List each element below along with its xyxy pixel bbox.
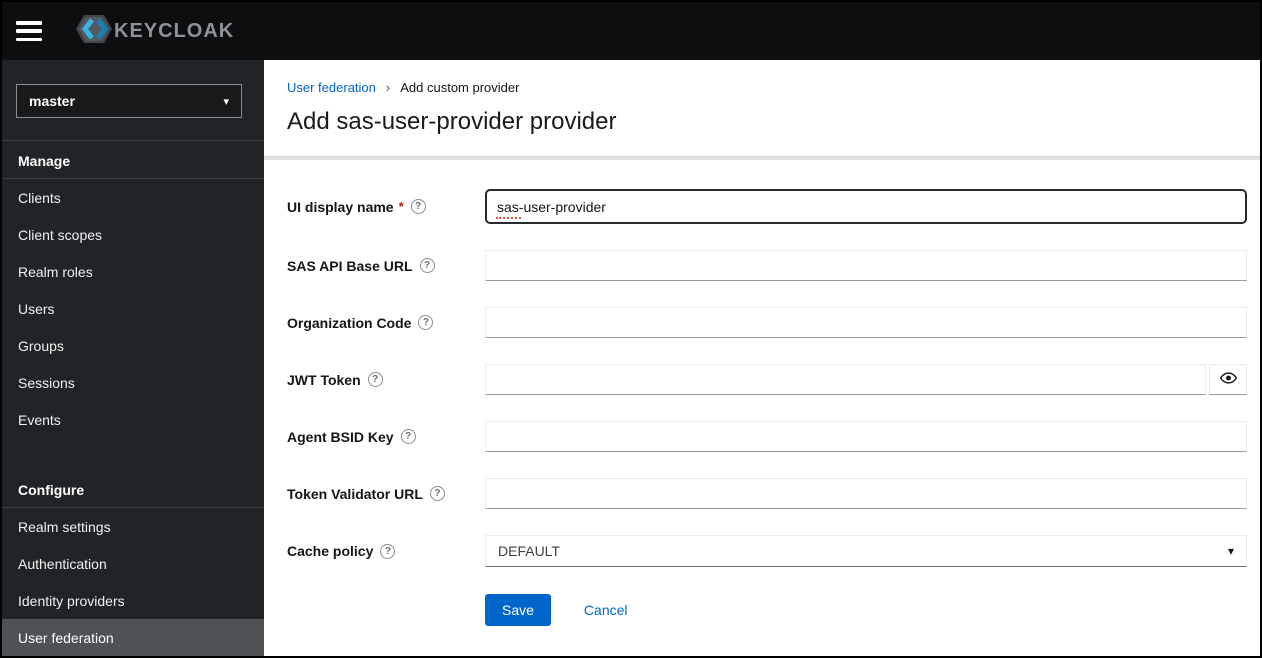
sidebar-item-authentication[interactable]: Authentication <box>2 545 264 582</box>
keycloak-logo: KEYCLOAK <box>68 9 234 54</box>
sidebar-item-client-scopes[interactable]: Client scopes <box>2 216 264 253</box>
question-circle-icon[interactable]: ? <box>410 199 426 214</box>
agent-bsid-key-input[interactable] <box>485 421 1247 452</box>
question-circle-icon[interactable]: ? <box>418 315 434 330</box>
sidebar-item-groups[interactable]: Groups <box>2 327 264 364</box>
section-divider <box>264 156 1260 160</box>
question-circle-icon[interactable]: ? <box>419 258 435 273</box>
hamburger-icon <box>16 21 42 25</box>
form-row-agent-bsid-key: Agent BSID Key ? <box>287 421 1247 452</box>
form-row-sas-api-base-url: SAS API Base URL ? <box>287 250 1247 281</box>
breadcrumb-user-federation-link[interactable]: User federation <box>287 80 376 95</box>
cancel-link[interactable]: Cancel <box>584 602 628 618</box>
realm-selector-dropdown[interactable]: master ▾ <box>16 84 242 118</box>
keycloak-admin-window: KEYCLOAK master ▾ Manage Clients Client … <box>0 0 1262 658</box>
question-circle-icon[interactable]: ? <box>400 429 416 444</box>
cache-policy-select[interactable]: DEFAULT ▾ <box>485 535 1247 567</box>
agent-bsid-key-label: Agent BSID Key ? <box>287 429 485 445</box>
sidebar-item-events[interactable]: Events <box>2 401 264 438</box>
hamburger-menu-button[interactable] <box>16 21 42 41</box>
ui-display-name-input[interactable] <box>485 189 1247 224</box>
show-password-button[interactable] <box>1209 364 1247 395</box>
form-row-jwt-token: JWT Token ? <box>287 364 1247 395</box>
cache-policy-selected-value: DEFAULT <box>498 543 560 559</box>
breadcrumb-current-page: Add custom provider <box>400 80 520 95</box>
app-header: KEYCLOAK <box>2 2 1260 60</box>
save-button[interactable]: Save <box>485 594 551 626</box>
form-row-cache-policy: Cache policy ? DEFAULT ▾ <box>287 535 1247 567</box>
current-realm-label: master <box>29 93 75 109</box>
required-asterisk: * <box>398 199 404 214</box>
organization-code-input[interactable] <box>485 307 1247 338</box>
question-circle-icon[interactable]: ? <box>367 372 383 387</box>
sas-api-base-url-label: SAS API Base URL ? <box>287 258 485 274</box>
sas-api-base-url-input[interactable] <box>485 250 1247 281</box>
form-row-ui-display-name: UI display name * ? <box>287 189 1247 224</box>
breadcrumb: User federation › Add custom provider <box>287 80 1247 95</box>
sidebar-item-realm-roles[interactable]: Realm roles <box>2 253 264 290</box>
form-row-token-validator-url: Token Validator URL ? <box>287 478 1247 509</box>
nav-section-configure: Configure Realm settings Authentication … <box>2 470 264 656</box>
jwt-token-label: JWT Token ? <box>287 372 485 388</box>
nav-section-title-manage: Manage <box>18 153 71 169</box>
sidebar-item-realm-settings[interactable]: Realm settings <box>2 508 264 545</box>
nav-section-manage: Manage Clients Client scopes Realm roles… <box>2 141 264 438</box>
question-circle-icon[interactable]: ? <box>380 543 396 559</box>
sidebar-nav: master ▾ Manage Clients Client scopes Re… <box>2 60 264 656</box>
form-row-organization-code: Organization Code ? <box>287 307 1247 338</box>
brand-wordmark: KEYCLOAK <box>114 19 235 42</box>
chevron-right-icon: › <box>385 80 391 95</box>
ui-display-name-label: UI display name * ? <box>287 199 485 215</box>
question-circle-icon[interactable]: ? <box>429 486 445 501</box>
add-provider-form: UI display name * ? SAS API Base URL ? <box>287 189 1247 626</box>
form-actions: Save Cancel <box>485 594 1247 626</box>
caret-down-icon: ▾ <box>1227 544 1234 558</box>
keycloak-hexagon-icon <box>68 9 120 54</box>
jwt-token-input[interactable] <box>485 364 1206 395</box>
page-title: Add sas-user-provider provider <box>287 108 617 135</box>
token-validator-url-input[interactable] <box>485 478 1247 509</box>
sidebar-item-users[interactable]: Users <box>2 290 264 327</box>
main-content: User federation › Add custom provider Ad… <box>264 60 1260 656</box>
sidebar-item-sessions[interactable]: Sessions <box>2 364 264 401</box>
token-validator-url-label: Token Validator URL ? <box>287 486 485 502</box>
cache-policy-label: Cache policy ? <box>287 543 485 559</box>
sidebar-item-clients[interactable]: Clients <box>2 179 264 216</box>
chevron-down-icon: ▾ <box>223 95 229 108</box>
sidebar-item-user-federation[interactable]: User federation <box>2 619 264 656</box>
nav-section-title-configure: Configure <box>18 482 85 498</box>
eye-icon <box>1219 371 1237 388</box>
organization-code-label: Organization Code ? <box>287 315 485 331</box>
sidebar-item-identity-providers[interactable]: Identity providers <box>2 582 264 619</box>
